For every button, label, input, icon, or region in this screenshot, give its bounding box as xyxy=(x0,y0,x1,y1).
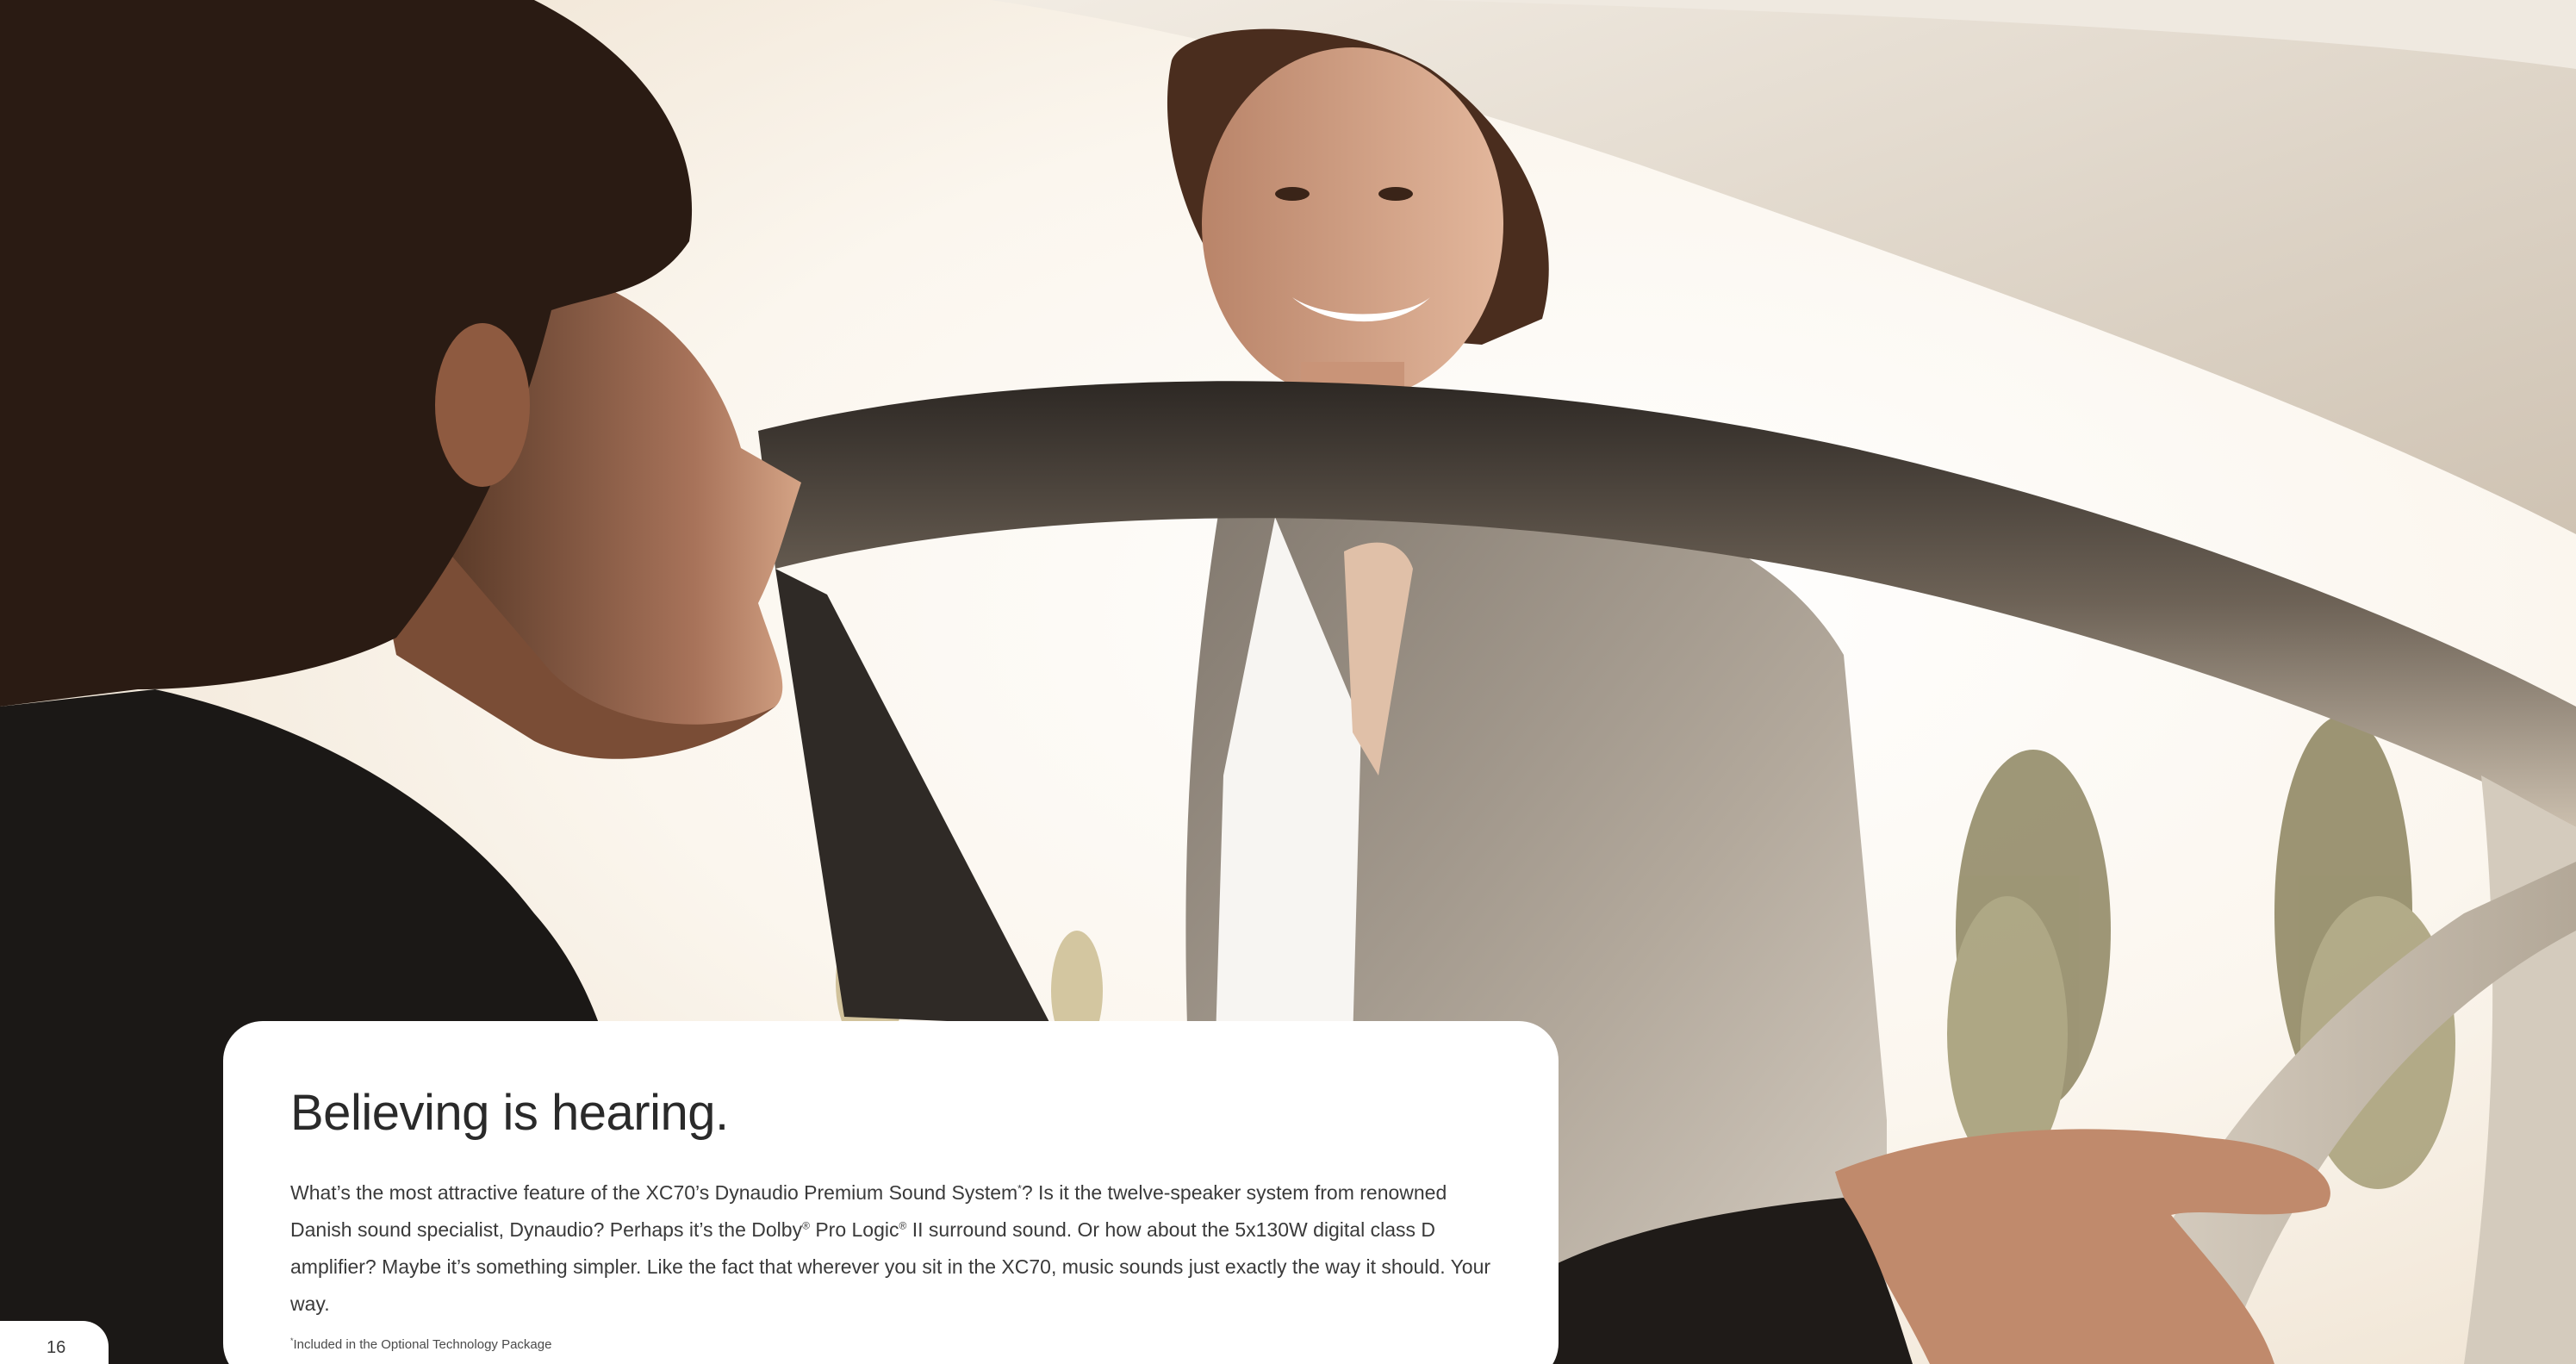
body-segment-1: What’s the most attractive feature of th… xyxy=(290,1181,1018,1204)
body-segment-3: Pro Logic xyxy=(809,1218,899,1241)
body-text: What’s the most attractive feature of th… xyxy=(290,1174,1514,1323)
content-card: Believing is hearing. What’s the most at… xyxy=(223,1021,1559,1364)
footnote-text: Included in the Optional Technology Pack… xyxy=(293,1337,552,1352)
page-number: 16 xyxy=(47,1338,66,1357)
footnote: *Included in the Optional Technology Pac… xyxy=(290,1336,1559,1354)
registered-mark: ® xyxy=(802,1219,810,1232)
brochure-page: Believing is hearing. What’s the most at… xyxy=(0,0,2576,1364)
headline: Believing is hearing. xyxy=(290,1085,729,1141)
